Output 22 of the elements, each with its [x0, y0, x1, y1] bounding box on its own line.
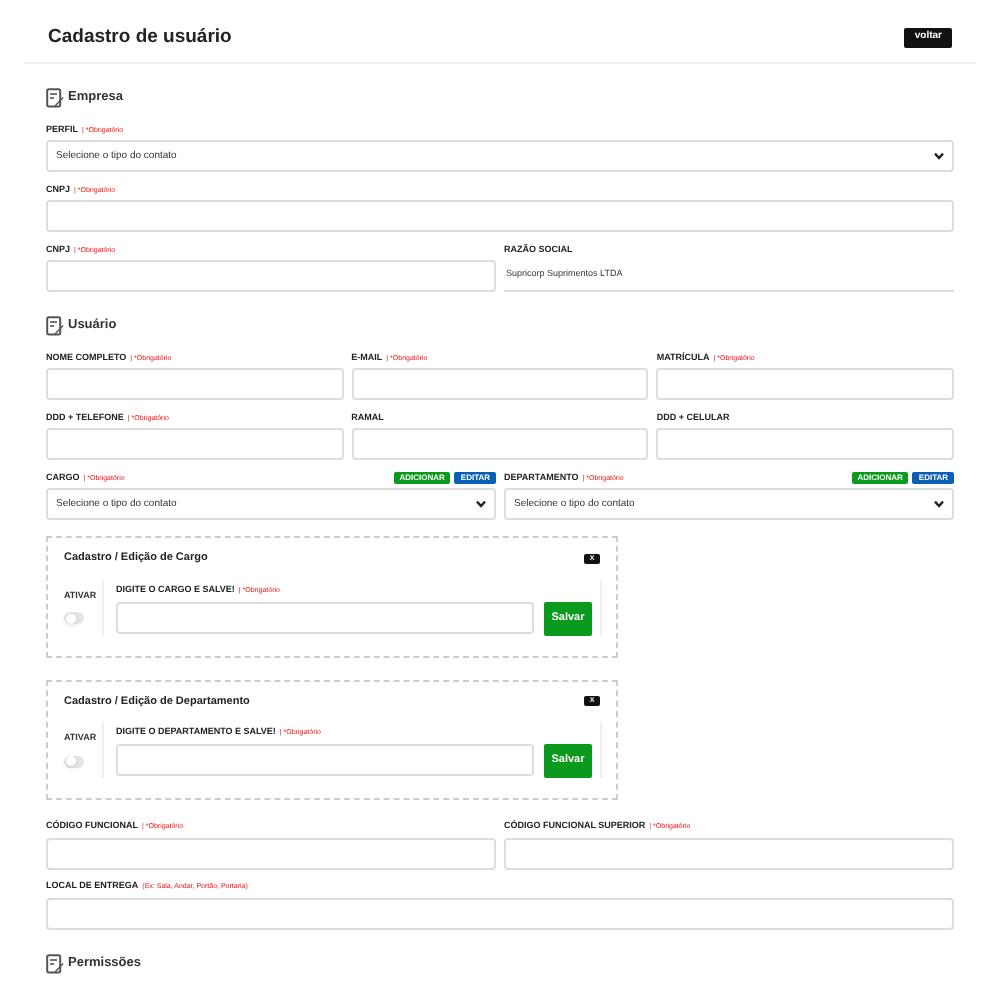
input-field[interactable]: [116, 743, 534, 776]
input-field[interactable]: [46, 897, 954, 930]
page-title: Cadastro de usuário: [48, 24, 232, 52]
input-field[interactable]: [46, 428, 344, 461]
input-field[interactable]: [46, 368, 344, 401]
input-field[interactable]: [351, 368, 649, 401]
toggle-switch[interactable]: [64, 755, 84, 767]
toggle-switch[interactable]: [64, 612, 84, 625]
input-field[interactable]: [46, 260, 496, 293]
chevron-down-icon: [934, 152, 944, 161]
input-field[interactable]: [656, 428, 955, 461]
input-field[interactable]: [116, 601, 534, 633]
chevron-down-icon: [476, 500, 486, 509]
form-icon: [46, 953, 64, 974]
form-icon: [46, 316, 64, 337]
input-field[interactable]: [46, 837, 496, 870]
input-field[interactable]: [351, 428, 649, 461]
input-field[interactable]: [46, 200, 954, 233]
input-field[interactable]: [656, 368, 955, 401]
form-icon: [46, 88, 64, 109]
chevron-down-icon: [934, 500, 944, 509]
input-field[interactable]: [504, 837, 954, 870]
